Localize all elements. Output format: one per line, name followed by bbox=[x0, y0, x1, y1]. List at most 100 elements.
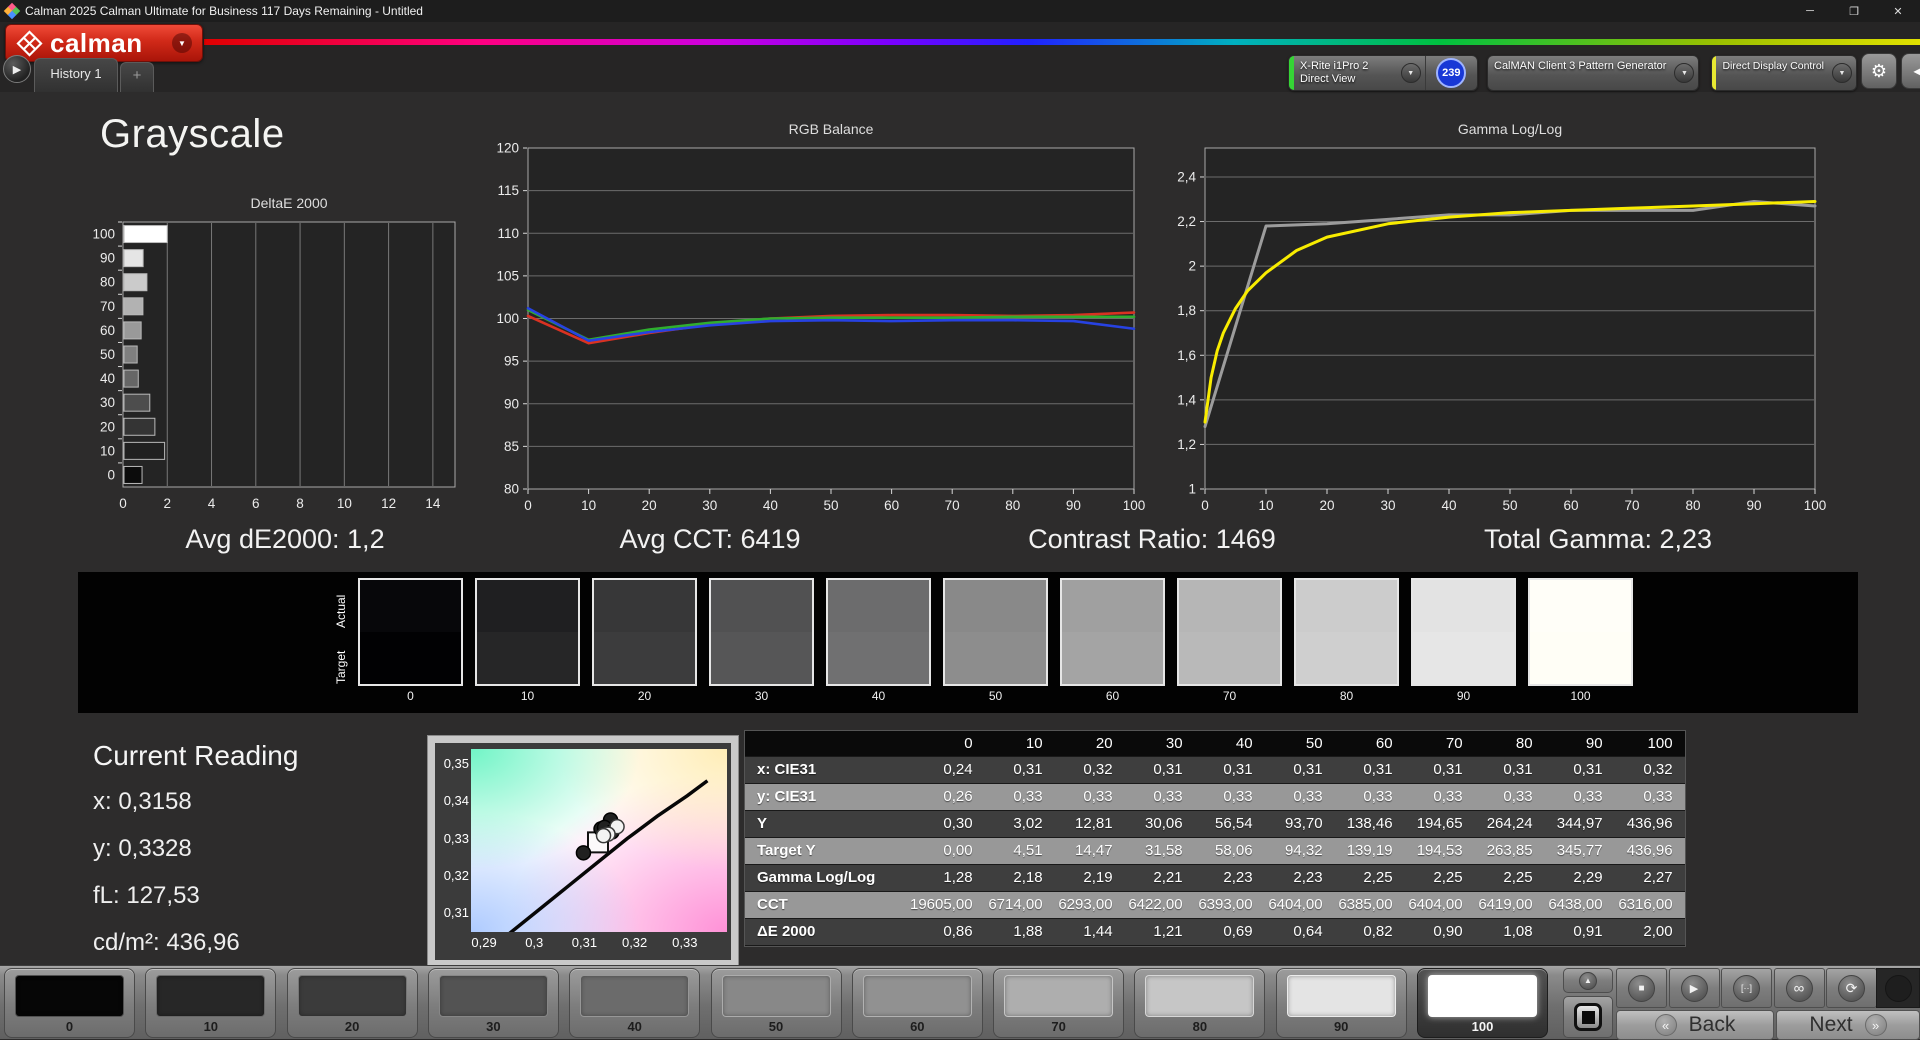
meter-dropdown[interactable]: X-Rite i1Pro 2 Direct View ▼ 239 bbox=[1288, 55, 1478, 91]
pattern-swatch bbox=[438, 975, 548, 1017]
svg-text:120: 120 bbox=[496, 141, 519, 156]
table-cell: 2,23 bbox=[1194, 864, 1265, 892]
cie-chart-frame: 0,31 0,32 0,33 0,34 0,35 0,29 0,3 0,31 0,32 0,33 bbox=[428, 736, 738, 967]
svg-text:0: 0 bbox=[1201, 498, 1209, 513]
table-row: Gamma Log/Log 1,28 2,18 2,19 2,21 2,23 2,23 2,2… bbox=[745, 864, 1685, 892]
close-icon[interactable]: ✕ bbox=[1876, 0, 1920, 22]
table-column-header: 90 bbox=[1544, 731, 1615, 757]
row-label: ΔE 2000 bbox=[745, 918, 910, 946]
stop-button[interactable]: ■ bbox=[1616, 968, 1667, 1008]
cie-y-tick: 0,33 bbox=[443, 830, 469, 846]
table-cell: 436,96 bbox=[1614, 810, 1685, 838]
pattern-level-button-0[interactable]: 0 bbox=[4, 968, 135, 1038]
summary-stat: Contrast Ratio: 1469 bbox=[1028, 524, 1276, 554]
stop-icon: ■ bbox=[1628, 974, 1655, 1002]
calman-logo-text: calman bbox=[50, 27, 143, 58]
svg-text:8: 8 bbox=[296, 496, 304, 511]
calman-menu-button[interactable]: calman ▼ bbox=[5, 24, 203, 62]
pattern-swatch bbox=[721, 975, 831, 1017]
table-column-header: 20 bbox=[1054, 731, 1125, 757]
tab-history-1[interactable]: History 1 bbox=[34, 58, 118, 92]
logo-dropdown-icon[interactable]: ▼ bbox=[172, 33, 192, 53]
frame-button[interactable]: [··] bbox=[1721, 968, 1772, 1008]
actual-row-label: Actual bbox=[334, 594, 348, 628]
collapse-panel-button[interactable]: ◀ bbox=[1901, 53, 1920, 89]
svg-text:80: 80 bbox=[504, 482, 519, 497]
settings-button[interactable]: ⚙ bbox=[1861, 53, 1897, 89]
pattern-label: 60 bbox=[910, 1019, 925, 1034]
measurement-table: 0 10 20 30 40 50 60 70 80 90 100 x: CIE31 0,24 0,31 0,… bbox=[745, 731, 1685, 946]
play-button[interactable]: ▶ bbox=[1668, 968, 1720, 1008]
table-cell: 0,24 bbox=[910, 756, 985, 784]
svg-text:85: 85 bbox=[504, 439, 519, 454]
svg-text:DeltaE 2000: DeltaE 2000 bbox=[250, 195, 327, 211]
table-cell: 0,82 bbox=[1334, 918, 1405, 946]
svg-text:60: 60 bbox=[884, 498, 899, 513]
pattern-level-button-10[interactable]: 10 bbox=[145, 968, 277, 1038]
table-column-header: 50 bbox=[1264, 731, 1335, 757]
table-cell: 345,77 bbox=[1544, 837, 1615, 865]
swatch-actual-target bbox=[943, 578, 1048, 686]
history-nav-button[interactable]: ▶ bbox=[3, 55, 31, 83]
pattern-generator-dropdown[interactable]: CalMAN Client 3 Pattern Generator ▼ bbox=[1487, 55, 1699, 91]
frame-icon: [··] bbox=[1733, 974, 1760, 1002]
pattern-level-button-40[interactable]: 40 bbox=[569, 968, 701, 1038]
table-row: ΔE 2000 0,86 1,88 1,44 1,21 0,69 0,64 0,82 0,90 1… bbox=[745, 918, 1685, 946]
refresh-button[interactable]: ⟳ bbox=[1826, 968, 1877, 1008]
pattern-window-button[interactable] bbox=[1563, 996, 1613, 1038]
restore-icon[interactable]: ❐ bbox=[1832, 0, 1876, 22]
table-cell: 0,33 bbox=[1124, 783, 1195, 811]
next-button[interactable]: Next » bbox=[1776, 1010, 1920, 1040]
pattern-page-up-button[interactable]: ▲ bbox=[1563, 968, 1613, 993]
svg-text:1: 1 bbox=[1188, 482, 1196, 497]
table-cell: 263,85 bbox=[1474, 837, 1545, 865]
add-tab-button[interactable]: + bbox=[120, 62, 154, 92]
table-cell: 0,64 bbox=[1264, 918, 1335, 946]
pattern-level-button-50[interactable]: 50 bbox=[710, 968, 842, 1038]
table-cell: 0,31 bbox=[1194, 756, 1265, 784]
table-column-header: 60 bbox=[1334, 731, 1405, 757]
grayscale-swatch: 10 bbox=[475, 578, 580, 703]
grayscale-swatch: 70 bbox=[1177, 578, 1282, 703]
svg-text:6: 6 bbox=[252, 496, 260, 511]
blank-icon bbox=[1884, 974, 1912, 1002]
pattern-label: 0 bbox=[65, 1019, 74, 1034]
pattern-level-button-20[interactable]: 20 bbox=[286, 968, 418, 1038]
pattern-label: 50 bbox=[768, 1019, 784, 1034]
svg-text:30: 30 bbox=[100, 395, 115, 410]
table-cell: 6419,00 bbox=[1474, 891, 1545, 919]
chevron-down-icon[interactable]: ▼ bbox=[1832, 63, 1852, 83]
table-cell: 0,31 bbox=[1334, 756, 1405, 784]
gamma-loglog-chart: Gamma Log/Log 1 1,2 1,4 1,6 1,8 2 2,2 2,4 0 10 20 30… bbox=[1105, 106, 1845, 541]
table-cell: 0,31 bbox=[1544, 756, 1615, 784]
tab-label: History 1 bbox=[50, 66, 102, 81]
table-cell: 30,06 bbox=[1124, 810, 1195, 838]
svg-text:1,2: 1,2 bbox=[1177, 437, 1196, 452]
table-cell: 2,18 bbox=[984, 864, 1055, 892]
window-title: Calman 2025 Calman Ultimate for Business… bbox=[25, 4, 423, 18]
loop-button[interactable]: ∞ bbox=[1773, 968, 1825, 1008]
svg-text:1,4: 1,4 bbox=[1177, 392, 1196, 407]
table-cell: 0,90 bbox=[1404, 918, 1475, 946]
chevron-down-icon[interactable]: ▼ bbox=[1400, 63, 1421, 83]
page-title: Grayscale bbox=[100, 112, 285, 156]
back-button[interactable]: « Back bbox=[1616, 1010, 1774, 1040]
summary-stat: Total Gamma: 2,23 bbox=[1483, 524, 1713, 554]
pattern-level-button-70[interactable]: 70 bbox=[993, 968, 1125, 1038]
swatch-label: 60 bbox=[1105, 689, 1120, 703]
extra-transport-button[interactable] bbox=[1876, 968, 1920, 1008]
pattern-level-button-60[interactable]: 60 bbox=[851, 968, 983, 1038]
display-control-dropdown[interactable]: Direct Display Control ▼ bbox=[1711, 55, 1857, 91]
table-cell: 194,53 bbox=[1404, 837, 1475, 865]
table-cell: 6422,00 bbox=[1124, 891, 1195, 919]
chevron-down-icon[interactable]: ▼ bbox=[1674, 63, 1695, 83]
svg-text:100: 100 bbox=[1804, 498, 1827, 513]
pattern-level-button-100[interactable]: 100 bbox=[1417, 968, 1548, 1038]
meter-badge[interactable]: 239 bbox=[1426, 56, 1477, 90]
table-cell: 94,32 bbox=[1264, 837, 1335, 865]
pattern-level-button-90[interactable]: 90 bbox=[1275, 968, 1407, 1038]
minimize-icon[interactable]: ─ bbox=[1788, 0, 1832, 22]
pattern-level-button-30[interactable]: 30 bbox=[427, 968, 559, 1038]
table-row: y: CIE31 0,26 0,33 0,33 0,33 0,33 0,33 0,33 0,33… bbox=[745, 783, 1685, 811]
pattern-level-button-80[interactable]: 80 bbox=[1134, 968, 1266, 1038]
